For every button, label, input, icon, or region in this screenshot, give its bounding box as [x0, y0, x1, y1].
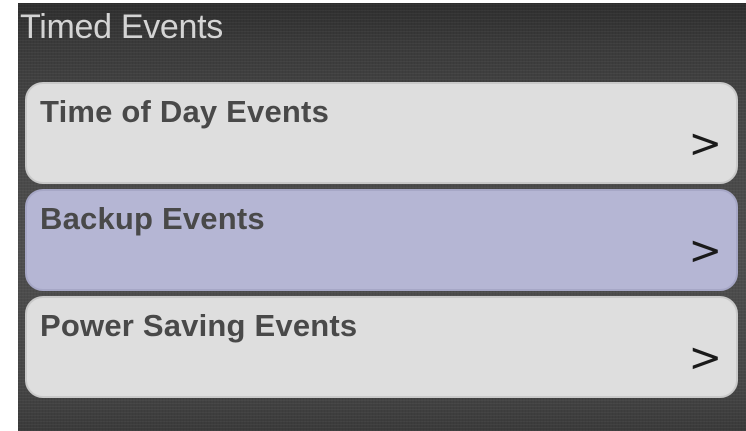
chevron-right-icon: > [688, 121, 722, 167]
events-menu: Time of Day Events > Backup Events > Pow… [25, 82, 738, 403]
menu-item-time-of-day-events[interactable]: Time of Day Events > [25, 82, 738, 184]
menu-item-label: Time of Day Events [40, 94, 330, 129]
menu-item-label: Power Saving Events [40, 308, 358, 343]
page-title: Timed Events [20, 8, 223, 46]
menu-item-power-saving-events[interactable]: Power Saving Events > [25, 296, 738, 398]
chevron-right-icon: > [688, 335, 722, 381]
menu-item-backup-events[interactable]: Backup Events > [25, 189, 738, 291]
device-screen: Timed Events Time of Day Events > Backup… [18, 3, 746, 431]
menu-item-label: Backup Events [40, 201, 265, 236]
chevron-right-icon: > [688, 228, 722, 274]
